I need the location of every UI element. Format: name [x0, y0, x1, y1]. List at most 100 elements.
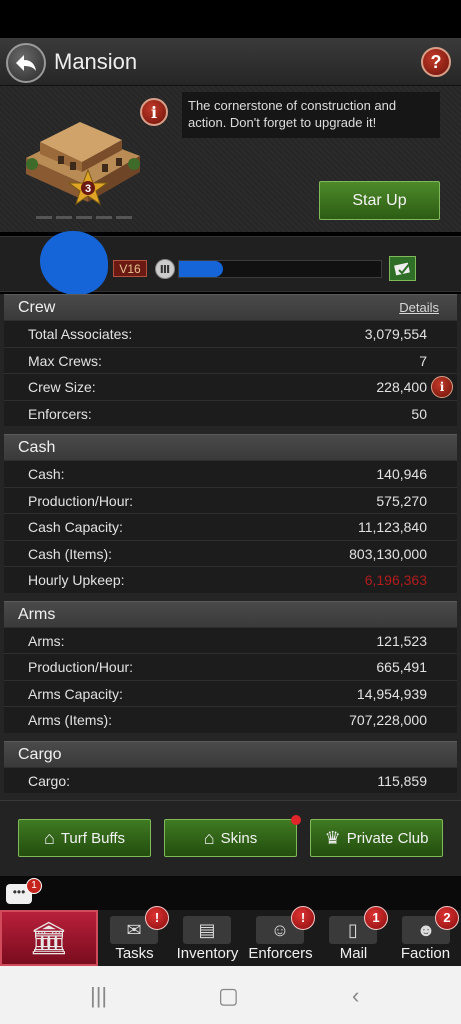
skins-button[interactable]: ⌂ Skins — [164, 815, 301, 857]
stat-row: Cash: 140,946 — [4, 460, 457, 487]
building-description: The cornerstone of construction and acti… — [182, 92, 440, 138]
turf-buffs-button[interactable]: ⌂ Turf Buffs — [18, 819, 151, 857]
stat-value: 7 — [419, 352, 427, 369]
stat-label: Arms: — [28, 632, 65, 649]
nav-label: Enforcers — [248, 945, 313, 962]
nav-label: Inventory — [176, 945, 239, 962]
stat-value: 11,123,840 — [357, 519, 427, 535]
section-header: Crew Details — [4, 294, 457, 320]
stat-value: 803,130,000 — [349, 545, 427, 562]
stat-row: Cash Capacity: 11,123,840 — [4, 513, 457, 540]
stat-row: Production/Hour: 665,491 — [4, 653, 457, 680]
exp-progress-fill — [179, 261, 224, 277]
private-club-button[interactable]: ♛ Private Club — [310, 819, 443, 857]
section-header: Arms — [4, 600, 457, 627]
stat-value: 50 — [411, 405, 427, 422]
section-title: Arms — [18, 605, 56, 623]
nav-home-button[interactable]: 🏛 — [0, 910, 98, 966]
mansion-building-image: 3 — [26, 122, 140, 206]
stat-value: 228,400 — [376, 379, 427, 395]
help-button[interactable]: ? — [421, 47, 451, 77]
chat-strip: ••• 1 — [0, 876, 461, 910]
home-icon[interactable]: ▢ — [218, 983, 239, 1009]
back-arrow-icon — [16, 55, 36, 71]
stat-row: Enforcers: 50 — [4, 399, 457, 426]
status-bar — [0, 0, 461, 38]
nav-mail[interactable]: ▯ Mail 1 — [317, 906, 390, 966]
stat-row: Arms: 121,523 — [4, 626, 457, 653]
stat-value: 575,270 — [376, 492, 427, 509]
section-title: Cargo — [18, 745, 62, 763]
exp-progress-bar — [178, 260, 382, 278]
nav-label: Tasks — [115, 945, 154, 962]
stat-row: Production/Hour: 575,270 — [4, 486, 457, 513]
section-title: Crew — [18, 299, 56, 316]
nav-label: Faction — [400, 945, 451, 962]
stat-value: 665,491 — [376, 659, 427, 675]
stat-label: Hourly Upkeep: — [28, 572, 125, 588]
recent-apps-icon[interactable]: ||| — [90, 983, 107, 1009]
crew-size-info-icon[interactable]: i — [431, 376, 453, 398]
nav-badge: ! — [291, 906, 315, 930]
stat-label: Cash: — [28, 466, 65, 482]
stat-label: Max Crews: — [28, 352, 102, 369]
chat-badge: 1 — [26, 878, 42, 894]
mansion-icon: 🏛 — [28, 920, 70, 956]
nav-tasks[interactable]: ✉ Tasks ! — [98, 906, 171, 966]
nav-badge: 2 — [435, 906, 459, 930]
stat-row: Crew Size: 228,400 i — [4, 373, 457, 400]
stat-label: Cash Capacity: — [28, 519, 123, 535]
stat-label: Crew Size: — [28, 379, 96, 395]
building-panel: 3 i The cornerstone of construction and … — [0, 86, 461, 232]
player-row: V16 Ⅲ — [0, 231, 461, 295]
stat-row: Cash (Items): 803,130,000 — [4, 539, 457, 566]
building-info-icon[interactable]: i — [140, 98, 168, 126]
stat-label: Cash (Items): — [28, 545, 113, 562]
stat-row: Cargo: 115,859 — [4, 766, 457, 793]
stat-value: 140,946 — [376, 466, 427, 482]
stat-value: 3,079,554 — [364, 326, 427, 342]
stat-label: Enforcers: — [28, 405, 92, 422]
stat-label: Cargo: — [28, 772, 71, 789]
stat-value: 121,523 — [376, 632, 427, 649]
star-up-button[interactable]: Star Up — [319, 181, 440, 220]
private-club-label: Private Club — [346, 829, 429, 847]
stat-row: Hourly Upkeep: 6,196,363 — [4, 566, 457, 593]
nav-badge: ! — [145, 906, 169, 930]
nav-enforcers[interactable]: ☺ Enforcers ! — [244, 906, 317, 966]
notification-dot — [291, 815, 301, 825]
header-bar: Mansion ? — [0, 38, 461, 86]
arms-section: Arms Arms: 121,523 Production/Hour: 665,49… — [4, 600, 457, 733]
building-icon: ⌂ — [43, 827, 55, 848]
stat-row: Total Associates: 3,079,554 — [4, 320, 457, 347]
system-nav-bar: ||| ▢ ‹ — [0, 966, 461, 1024]
stat-value: 14,954,939 — [356, 685, 427, 702]
details-link[interactable]: Details — [399, 295, 439, 321]
section-header: Cash — [4, 434, 457, 460]
stat-value: 115,859 — [377, 772, 427, 789]
cargo-section: Cargo Cargo: 115,859 — [4, 740, 457, 793]
nav-faction[interactable]: ☻ Faction 2 — [390, 906, 461, 966]
rank-icon: Ⅲ — [155, 259, 175, 279]
back-nav-icon[interactable]: ‹ — [352, 983, 359, 1009]
stat-label: Production/Hour: — [28, 492, 134, 509]
club-icon: ♛ — [324, 827, 341, 848]
rename-button[interactable] — [389, 256, 416, 281]
stat-row: Max Crews: 7 — [4, 346, 457, 373]
action-button-bar: ⌂ Turf Buffs ⌂ Skins ♛ Private Club — [0, 800, 461, 876]
section-header: Cargo — [4, 740, 457, 767]
vip-badge: V16 — [113, 260, 147, 277]
page-title: Mansion — [54, 49, 138, 74]
section-title: Cash — [18, 439, 56, 456]
skins-icon: ⌂ — [203, 827, 215, 848]
back-button[interactable] — [6, 43, 46, 83]
bottom-nav: 🏛 ✉ Tasks ! ▤ Inventory ☺ Enforcers ! ▯ … — [0, 906, 461, 966]
nav-inventory[interactable]: ▤ Inventory — [171, 910, 244, 966]
stat-label: Arms Capacity: — [28, 685, 123, 702]
nav-badge: 1 — [364, 906, 388, 930]
avatar — [40, 231, 108, 295]
stat-row: Arms (Items): 707,228,000 — [4, 706, 457, 733]
stat-label: Production/Hour: — [28, 659, 134, 675]
star-level-text: 3 — [85, 183, 91, 195]
crew-section: Crew Details Total Associates: 3,079,554 … — [4, 294, 457, 426]
